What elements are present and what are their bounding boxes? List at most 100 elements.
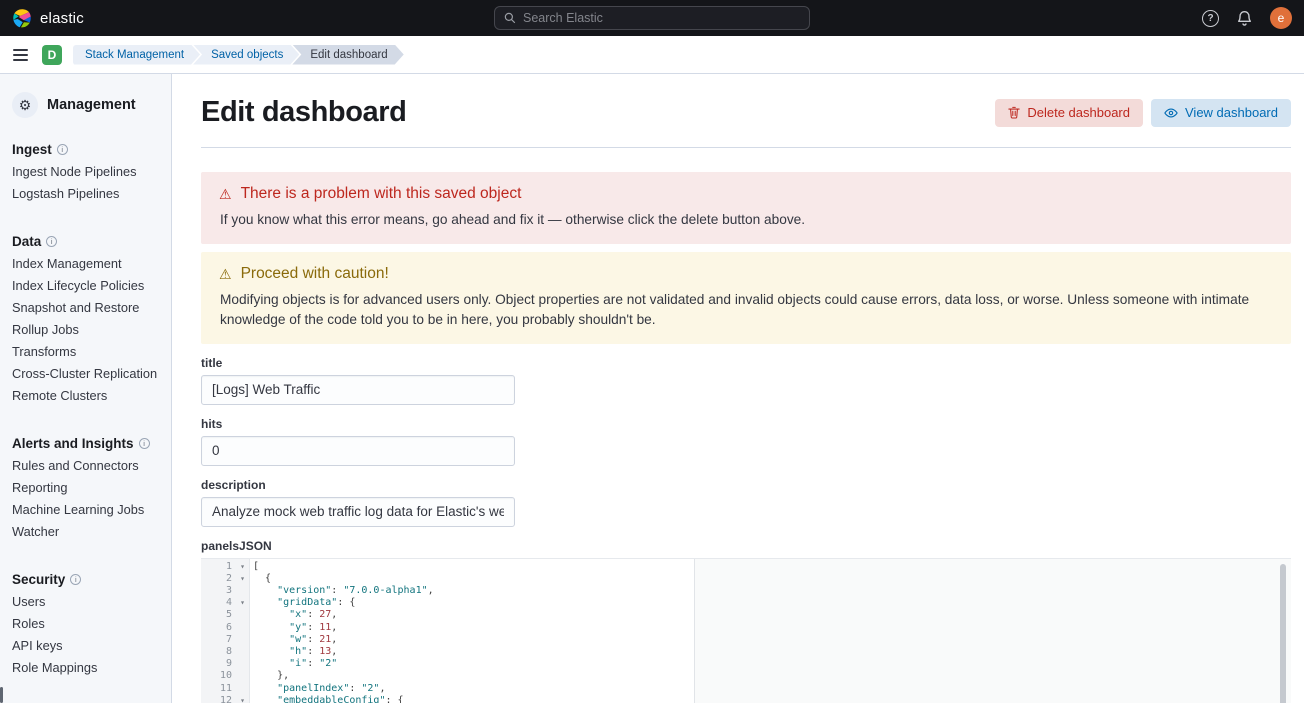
breadcrumb-item: Edit dashboard xyxy=(292,45,403,65)
sidebar-nav: IngestiIngest Node PipelinesLogstash Pip… xyxy=(12,138,159,678)
fold-toggle-icon[interactable]: ▾ xyxy=(240,597,245,609)
top-header-bar: elastic ? e xyxy=(0,0,1304,36)
sidebar-item[interactable]: Reporting xyxy=(12,476,159,498)
form-field: description xyxy=(201,478,1291,527)
sidebar-section-heading: Datai xyxy=(12,230,159,252)
brand-name: elastic xyxy=(40,10,84,27)
search-input[interactable] xyxy=(523,11,800,25)
caution-callout-body: Modifying objects is for advanced users … xyxy=(219,290,1273,331)
notifications-bell-icon[interactable] xyxy=(1236,10,1253,27)
line-number: 10 xyxy=(201,670,249,682)
info-icon: i xyxy=(70,574,81,585)
sidebar-item[interactable]: Watcher xyxy=(12,520,159,542)
sidebar-item[interactable]: Rollup Jobs xyxy=(12,318,159,340)
help-icon[interactable]: ? xyxy=(1202,10,1219,27)
editor-line: 4▾ "gridData": { xyxy=(201,597,1291,609)
line-number: 6 xyxy=(201,622,249,634)
page-actions: Delete dashboard View dashboard xyxy=(995,99,1291,127)
field-label: description xyxy=(201,478,1291,492)
global-search-box xyxy=(494,6,810,30)
editor-line: 5 "x": 27, xyxy=(201,609,1291,621)
code-line-text: [ xyxy=(249,561,259,573)
caution-callout-title: Proceed with caution! xyxy=(241,265,389,283)
fold-toggle-icon[interactable]: ▾ xyxy=(240,695,245,703)
code-line-text: { xyxy=(249,573,271,585)
hits-field[interactable] xyxy=(201,436,515,466)
error-callout-body: If you know what this error means, go ah… xyxy=(219,210,1273,231)
sidebar-item[interactable]: Cross-Cluster Replication xyxy=(12,362,159,384)
gear-icon: ⚙ xyxy=(12,92,38,118)
line-number: 3 xyxy=(201,585,249,597)
title-field[interactable] xyxy=(201,375,515,405)
sidebar-section-heading-label: Ingest xyxy=(12,142,52,157)
search-icon xyxy=(504,12,516,24)
sidebar-section: Alerts and InsightsiRules and Connectors… xyxy=(12,432,159,542)
editor-lines: 1▾[2▾ {3 "version": "7.0.0-alpha1",4▾ "g… xyxy=(201,559,1291,703)
user-avatar[interactable]: e xyxy=(1270,7,1292,29)
sidebar-item[interactable]: Index Management xyxy=(12,252,159,274)
info-icon: i xyxy=(46,236,57,247)
sidebar-section-heading-label: Data xyxy=(12,234,41,249)
line-number: 11 xyxy=(201,683,249,695)
description-field[interactable] xyxy=(201,497,515,527)
fold-toggle-icon[interactable]: ▾ xyxy=(240,561,245,573)
line-number: 9 xyxy=(201,658,249,670)
form-field: title xyxy=(201,356,1291,405)
caution-callout: ⚠ Proceed with caution! Modifying object… xyxy=(201,252,1291,344)
editor-line: 9 "i": "2" xyxy=(201,658,1291,670)
code-line-text: "i": "2" xyxy=(249,658,337,670)
deployment-badge: D xyxy=(42,45,62,65)
sidebar-item[interactable]: Role Mappings xyxy=(12,656,159,678)
menu-hamburger-icon[interactable] xyxy=(10,45,31,65)
info-icon: i xyxy=(57,144,68,155)
warning-triangle-icon: ⚠ xyxy=(219,267,232,281)
sidebar-item[interactable]: Index Lifecycle Policies xyxy=(12,274,159,296)
sidebar-item[interactable]: Roles xyxy=(12,612,159,634)
line-number: 1▾ xyxy=(201,561,249,573)
sidebar-item[interactable]: Logstash Pipelines xyxy=(12,182,159,204)
view-dashboard-label: View dashboard xyxy=(1185,105,1278,120)
sidebar-item[interactable]: Snapshot and Restore xyxy=(12,296,159,318)
view-dashboard-button[interactable]: View dashboard xyxy=(1151,99,1291,127)
editor-line: 12▾ "embeddableConfig": { xyxy=(201,695,1291,703)
delete-dashboard-button[interactable]: Delete dashboard xyxy=(995,99,1143,127)
line-number: 4▾ xyxy=(201,597,249,609)
sidebar-item[interactable]: Ingest Node Pipelines xyxy=(12,160,159,182)
sidebar-section-heading: Ingesti xyxy=(12,138,159,160)
elastic-home-link[interactable]: elastic xyxy=(12,8,84,28)
panelsJSON-code-editor[interactable]: 1▾[2▾ {3 "version": "7.0.0-alpha1",4▾ "g… xyxy=(201,558,1291,703)
error-callout: ⚠ There is a problem with this saved obj… xyxy=(201,172,1291,244)
sidebar-item[interactable]: Users xyxy=(12,590,159,612)
fold-toggle-icon[interactable]: ▾ xyxy=(240,573,245,585)
editor-line: 6 "y": 11, xyxy=(201,622,1291,634)
code-line-text: "embeddableConfig": { xyxy=(249,695,404,703)
code-line-text: "h": 13, xyxy=(249,646,337,658)
sidebar-item[interactable]: Rules and Connectors xyxy=(12,454,159,476)
breadcrumb-bar: D Stack ManagementSaved objectsEdit dash… xyxy=(0,36,1304,74)
editor-line: 3 "version": "7.0.0-alpha1", xyxy=(201,585,1291,597)
sidebar-item[interactable]: Machine Learning Jobs xyxy=(12,498,159,520)
code-line-text: "gridData": { xyxy=(249,597,355,609)
line-number: 5 xyxy=(201,609,249,621)
sidebar-scrollbar[interactable] xyxy=(0,687,3,703)
sidebar-section-heading: Alerts and Insightsi xyxy=(12,432,159,454)
code-line-text: "x": 27, xyxy=(249,609,337,621)
breadcrumb-item[interactable]: Stack Management xyxy=(73,45,200,65)
code-line-text: "panelIndex": "2", xyxy=(249,683,385,695)
sidebar-title: Management xyxy=(47,97,136,113)
eye-icon xyxy=(1164,107,1178,119)
line-number: 7 xyxy=(201,634,249,646)
breadcrumb-item[interactable]: Saved objects xyxy=(193,45,299,65)
sidebar-item[interactable]: Remote Clusters xyxy=(12,384,159,406)
sidebar-item[interactable]: API keys xyxy=(12,634,159,656)
code-line-text: "y": 11, xyxy=(249,622,337,634)
editor-scrollbar[interactable] xyxy=(1280,564,1286,703)
header-divider xyxy=(201,147,1291,148)
sidebar-item[interactable]: Transforms xyxy=(12,340,159,362)
main-content: Edit dashboard Delete dashboard View xyxy=(172,74,1304,703)
editor-line: 11 "panelIndex": "2", xyxy=(201,683,1291,695)
breadcrumbs: Stack ManagementSaved objectsEdit dashbo… xyxy=(73,45,404,65)
editor-line: 8 "h": 13, xyxy=(201,646,1291,658)
sidebar-section: DataiIndex ManagementIndex Lifecycle Pol… xyxy=(12,230,159,406)
field-label: title xyxy=(201,356,1291,370)
